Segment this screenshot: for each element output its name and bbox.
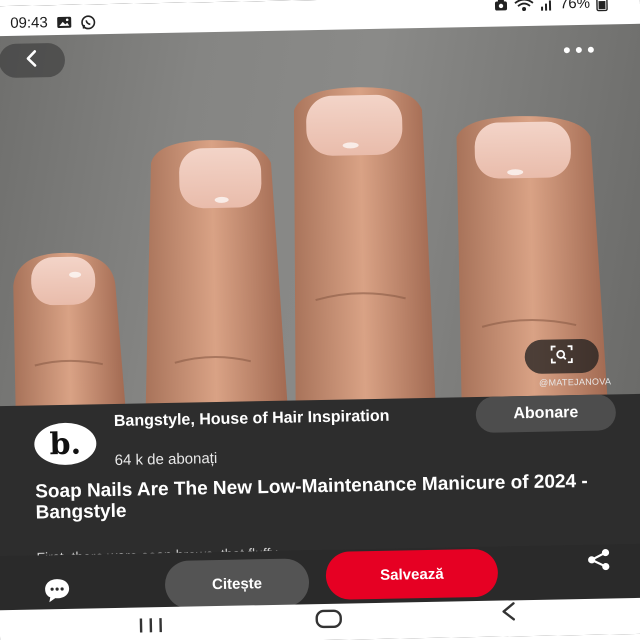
sync-icon <box>494 0 508 11</box>
comment-button[interactable] <box>37 575 78 610</box>
comment-icon <box>43 576 72 608</box>
phone-screen: 09:43 76% @MATEJANOVA b. Bangstyle, Hous… <box>0 0 640 640</box>
visual-search-button[interactable] <box>524 338 600 375</box>
creator-avatar[interactable]: b. <box>33 422 97 466</box>
clock: 09:43 <box>10 14 48 32</box>
visual-search-icon <box>550 344 574 369</box>
follower-count: 64 k de abonați <box>114 449 218 469</box>
back-button[interactable] <box>0 42 66 79</box>
creator-name[interactable]: Bangstyle, House of Hair Inspiration <box>114 406 434 431</box>
recents-icon[interactable] <box>138 617 164 638</box>
battery-percent: 76% <box>559 0 591 13</box>
status-right: 76% <box>494 0 608 14</box>
whatsapp-icon <box>80 14 96 30</box>
read-button[interactable]: Citește <box>164 558 310 610</box>
more-options-button[interactable] <box>557 33 602 68</box>
signal-icon <box>540 0 554 11</box>
save-button[interactable]: Salvează <box>325 548 499 600</box>
image-watermark: @MATEJANOVA <box>539 376 612 388</box>
back-icon[interactable] <box>499 600 518 627</box>
pin-title: Soap Nails Are The New Low-Maintenance M… <box>35 470 588 524</box>
status-left: 09:43 <box>10 13 96 32</box>
image-notification-icon <box>56 16 72 29</box>
wifi-icon <box>514 0 534 12</box>
home-icon[interactable] <box>314 608 345 636</box>
app-window: 09:43 76% @MATEJANOVA b. Bangstyle, Hous… <box>0 0 640 640</box>
share-icon <box>585 547 612 576</box>
back-arrow-icon <box>23 49 41 72</box>
follow-button[interactable]: Abonare <box>475 394 617 434</box>
more-dots-icon <box>563 41 595 60</box>
share-button[interactable] <box>578 544 619 579</box>
battery-icon <box>596 0 608 11</box>
